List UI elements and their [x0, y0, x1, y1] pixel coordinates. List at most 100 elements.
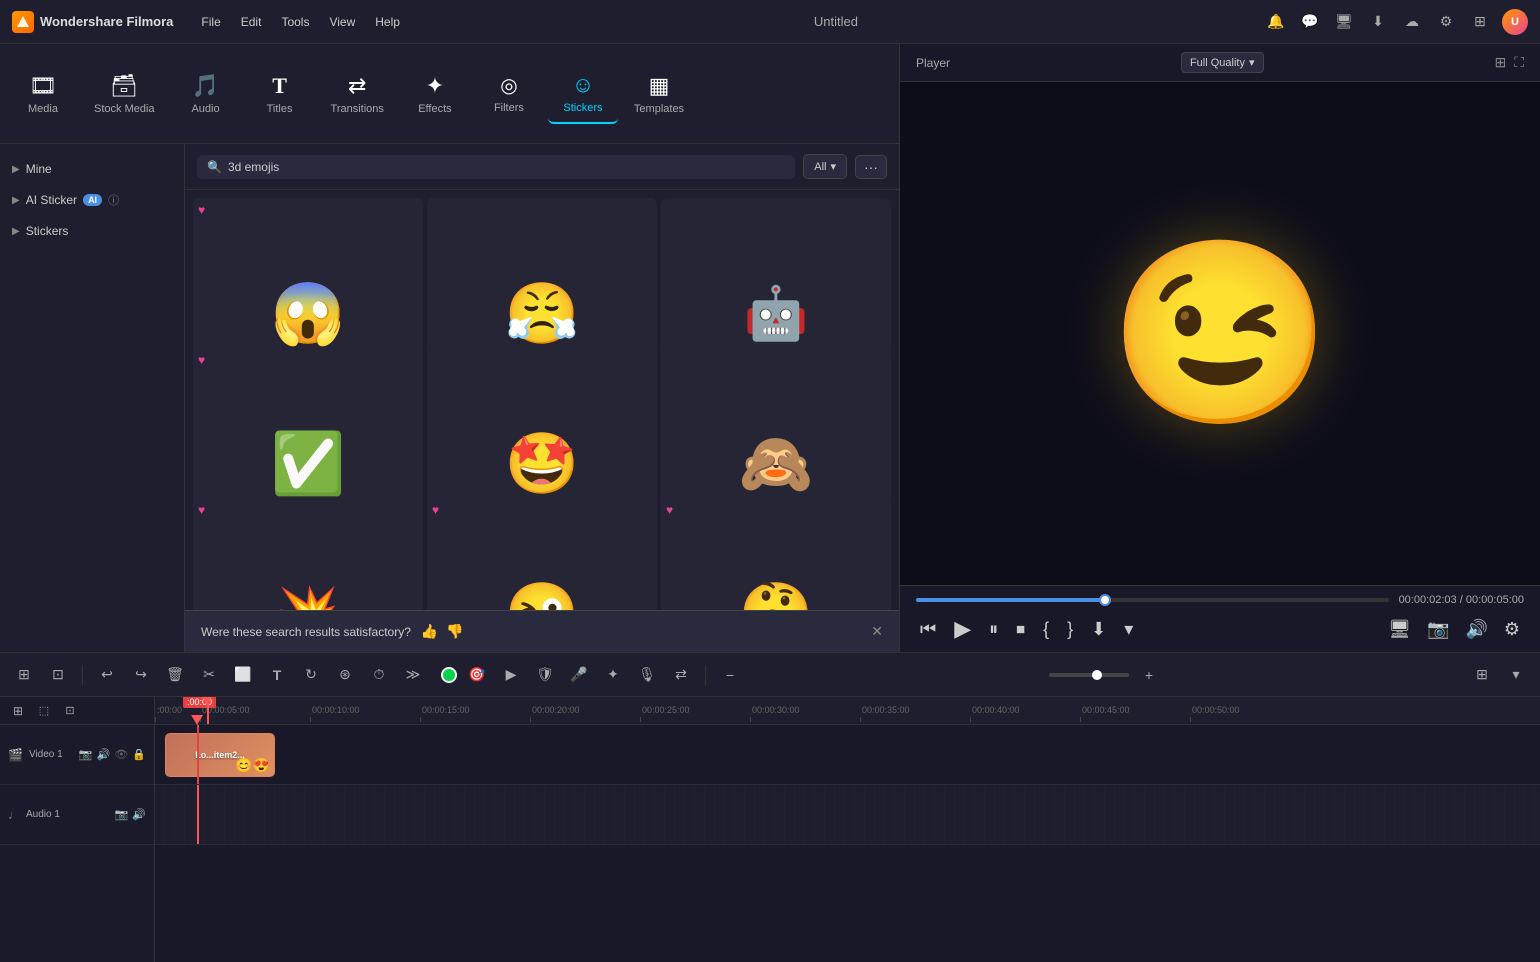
tab-templates[interactable]: ▦ Templates	[622, 65, 696, 123]
left-panel: 🎞 Media 🗃 Stock Media 🎵 Audio T Titles ⇄…	[0, 44, 900, 652]
bracket-left-icon[interactable]: {	[1039, 617, 1053, 642]
clip-emojis: 😊😍	[235, 757, 270, 774]
grid-icon[interactable]: ⊞	[1468, 10, 1492, 34]
tl-crop-button[interactable]: ⬜	[229, 661, 257, 689]
sidebar-item-mine[interactable]: ▶ Mine	[0, 154, 184, 184]
tab-audio[interactable]: 🎵 Audio	[171, 65, 241, 123]
sidebar-item-ai-sticker[interactable]: ▶ AI Sticker AI ⓘ	[0, 184, 184, 216]
tl-undo-button[interactable]: ↩	[93, 661, 121, 689]
skip-back-button[interactable]: ⏮	[916, 617, 940, 642]
audio1-volume-icon[interactable]: 🔊	[132, 808, 146, 821]
thumbs-up-button[interactable]: 👍	[421, 623, 438, 640]
filter-button[interactable]: All ▾	[803, 154, 847, 179]
tl-shield-button[interactable]: 🛡	[531, 661, 559, 689]
video1-camera-icon[interactable]: 📷	[79, 748, 93, 761]
menu-help[interactable]: Help	[367, 11, 408, 33]
tab-effects[interactable]: ✦ Effects	[400, 65, 470, 123]
tl-more-button[interactable]: ≫	[399, 661, 427, 689]
search-wrapper: 🔍	[197, 155, 795, 179]
monitor-preview-icon[interactable]: 🖥	[1384, 617, 1415, 642]
tl-grid-view-button[interactable]: ⊞	[1468, 661, 1496, 689]
sidebar-item-stickers[interactable]: ▶ Stickers	[0, 216, 184, 246]
screenshot-icon[interactable]: 📷	[1423, 617, 1453, 642]
tab-stickers[interactable]: ☺ Stickers	[548, 64, 618, 124]
download-icon[interactable]: ⬇	[1366, 10, 1390, 34]
feedback-text: Were these search results satisfactory?	[201, 625, 411, 639]
cloud-icon[interactable]: ☁	[1400, 10, 1424, 34]
tab-filters[interactable]: ◎ Filters	[474, 65, 544, 122]
menu-tools[interactable]: Tools	[273, 11, 317, 33]
settings-icon[interactable]: ⚙	[1434, 10, 1458, 34]
tl-add-track-button[interactable]: ⊞	[10, 661, 38, 689]
monitor-icon[interactable]: 🖥	[1332, 10, 1356, 34]
tl-play-timeline-button[interactable]: ▶	[497, 661, 525, 689]
progress-thumb[interactable]	[1099, 594, 1111, 606]
ruler-5: 00:00:25:00	[640, 705, 750, 722]
tab-media[interactable]: 🎞 Media	[8, 65, 78, 123]
tl-mic-button[interactable]: 🎤	[565, 661, 593, 689]
quality-selector[interactable]: Full Quality ▾	[1181, 52, 1264, 73]
sticker-grid: ♥ 😱 ⬇ 😤 ⬇ 🤖 ⬇ ♥ ✅	[185, 190, 899, 652]
video1-eye-icon[interactable]: 👁	[114, 748, 128, 761]
tl-voice-button[interactable]: 🎙	[633, 661, 661, 689]
audio1-camera-icon[interactable]: 📷	[115, 808, 129, 821]
titles-icon: T	[272, 73, 287, 99]
settings-ctrl-icon[interactable]: ⚙	[1500, 617, 1524, 642]
ruler-time-4: 00:00:20:00	[530, 705, 580, 715]
tab-transitions[interactable]: ⇄ Transitions	[319, 65, 396, 123]
menu-edit[interactable]: Edit	[233, 11, 270, 33]
pause-button[interactable]: ⏸	[985, 617, 1002, 642]
bracket-right-icon[interactable]: }	[1063, 617, 1077, 642]
tl-expand-button[interactable]: ▾	[1502, 661, 1530, 689]
tl-speed-button[interactable]: ⊛	[331, 661, 359, 689]
chevron-down-icon[interactable]: ▾	[1120, 617, 1137, 642]
thumbs-down-button[interactable]: 👎	[446, 623, 463, 640]
record-indicator	[441, 667, 457, 683]
video1-lock-icon[interactable]: 🔒	[132, 748, 146, 761]
tl-motion-button[interactable]: 🎯	[463, 661, 491, 689]
tab-stickers-label: Stickers	[563, 102, 602, 114]
ruler-7: 00:00:35:00	[860, 705, 970, 722]
menu-file[interactable]: File	[193, 11, 228, 33]
tl-redo-button[interactable]: ↪	[127, 661, 155, 689]
zoom-out-button[interactable]: −	[716, 661, 744, 689]
menu-view[interactable]: View	[321, 11, 363, 33]
tl-add-track-small[interactable]: ⊞	[8, 701, 28, 721]
user-avatar[interactable]: U	[1502, 9, 1528, 35]
messages-icon[interactable]: 💬	[1298, 10, 1322, 34]
search-input[interactable]	[228, 160, 785, 174]
zoom-in-button[interactable]: +	[1135, 661, 1163, 689]
progress-bar[interactable]	[916, 598, 1389, 602]
tl-divider-1	[82, 665, 83, 685]
tl-text-button[interactable]: T	[263, 661, 291, 689]
fullscreen-icon[interactable]: ⛶	[1514, 54, 1524, 71]
play-button[interactable]: ▶	[950, 614, 975, 644]
audio1-label: Audio 1	[26, 809, 60, 820]
grid-view-icon[interactable]: ⊞	[1494, 54, 1506, 71]
video1-volume-icon[interactable]: 🔊	[97, 748, 111, 761]
timeline-tracks: :00:00 00:00:05:00 00:00:10:00 00:00:15:…	[155, 697, 1540, 962]
tl-group-button[interactable]: ⊡	[44, 661, 72, 689]
notifications-icon[interactable]: 🔔	[1264, 10, 1288, 34]
tl-audio-match-button[interactable]: ⊡	[60, 701, 80, 721]
tab-titles[interactable]: T Titles	[245, 65, 315, 123]
tl-rotate-button[interactable]: ↻	[297, 661, 325, 689]
video-clip[interactable]: Lo...item2... 😊😍	[165, 733, 275, 777]
feedback-close-button[interactable]: ✕	[871, 623, 883, 640]
filters-icon: ◎	[500, 73, 517, 98]
tl-delete-button[interactable]: 🗑	[161, 661, 189, 689]
stop-button[interactable]: ⏹	[1012, 617, 1029, 642]
zoom-slider[interactable]	[1049, 673, 1129, 677]
tl-cut-button[interactable]: ✂	[195, 661, 223, 689]
mine-chevron: ▶	[12, 164, 20, 175]
ai-info-icon[interactable]: ⓘ	[108, 192, 119, 208]
tab-stock-media[interactable]: 🗃 Stock Media	[82, 65, 167, 123]
tl-sync-button[interactable]: ⇄	[667, 661, 695, 689]
volume-icon[interactable]: 🔊	[1461, 617, 1491, 642]
tl-timer-button[interactable]: ⏱	[365, 661, 393, 689]
tl-clip-label-button[interactable]: ⬚	[34, 701, 54, 721]
tl-effects-button[interactable]: ✦	[599, 661, 627, 689]
arrow-down-icon[interactable]: ⬇	[1087, 617, 1110, 642]
more-options-button[interactable]: ···	[855, 155, 887, 179]
right-controls: 🖥 📷 🔊 ⚙	[1384, 617, 1524, 642]
